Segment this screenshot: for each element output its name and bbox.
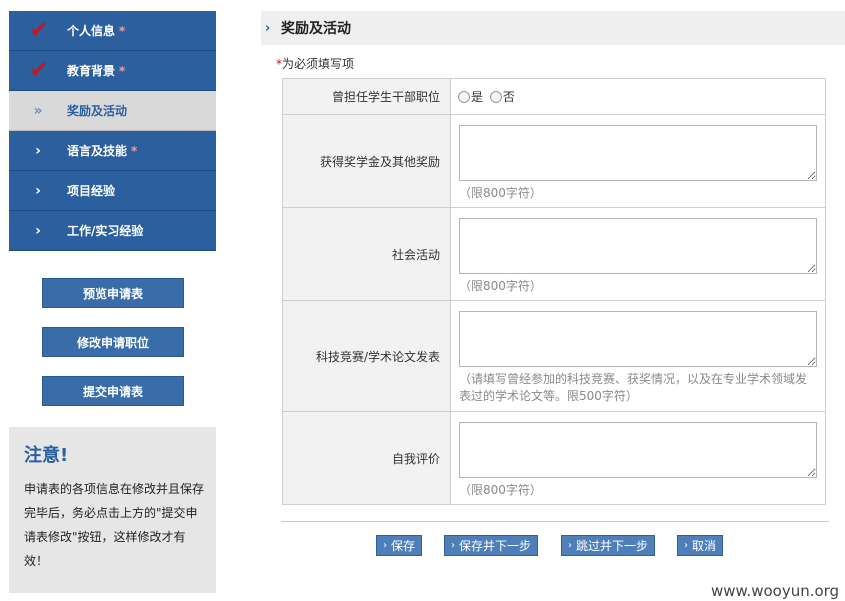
self-evaluation-field: （限800字符） — [450, 411, 826, 505]
chevron-right-icon: › — [265, 20, 271, 36]
notice-text: 申请表的各项信息在修改并且保存完毕后，务必点击上方的"提交申请表修改"按钮，这样… — [24, 482, 205, 568]
cadre-no-radio[interactable] — [489, 90, 502, 103]
competition-field: （请填写曾经参加的科技竞赛、获奖情况，以及在专业学术领域发表过的学术论文等。限5… — [450, 300, 826, 412]
checkmark-icon: ✔ — [29, 58, 49, 83]
chevron-right-icon: › — [684, 540, 688, 551]
save-button[interactable]: › 保存 — [376, 535, 423, 556]
scholarship-textarea[interactable] — [459, 124, 817, 181]
cadre-options: 是 否 — [450, 78, 826, 115]
double-chevron-icon: » — [33, 102, 43, 119]
form-row-social: 社会活动 （限800字符） — [282, 207, 826, 301]
competition-label: 科技竞赛/学术论文发表 — [282, 300, 451, 412]
form-row-self-evaluation: 自我评价 （限800字符） — [282, 411, 826, 505]
form-row-scholarship: 获得奖学金及其他奖励 （限800字符） — [282, 114, 826, 208]
divider — [281, 521, 829, 522]
cadre-yes-radio[interactable] — [458, 90, 470, 103]
sidebar-item-awards[interactable]: » 奖励及活动 — [9, 91, 216, 131]
skip-next-button-label: 跳过并下一步 — [576, 539, 649, 553]
chevron-right-icon: › — [35, 222, 41, 239]
checkmark-icon: ✔ — [29, 18, 49, 43]
sidebar-item-label: 项目经验 — [67, 184, 116, 198]
cancel-button-label: 取消 — [692, 539, 717, 553]
self-evaluation-hint: （限800字符） — [459, 482, 542, 497]
chevron-right-icon: › — [35, 142, 41, 159]
cadre-label: 曾担任学生干部职位 — [282, 78, 451, 115]
save-next-button[interactable]: › 保存并下一步 — [444, 535, 539, 556]
sidebar-item-label: 语言及技能 — [67, 144, 128, 158]
social-label: 社会活动 — [282, 207, 451, 301]
competition-hint: （请填写曾经参加的科技竞赛、获奖情况，以及在专业学术领域发表过的学术论文等。限5… — [459, 372, 808, 403]
save-button-label: 保存 — [391, 539, 416, 553]
watermark: www.wooyun.org — [711, 582, 840, 600]
form-row-competition: 科技竞赛/学术论文发表 （请填写曾经参加的科技竞赛、获奖情况，以及在专业学术领域… — [282, 300, 826, 412]
sidebar-item-projects[interactable]: › 项目经验 — [9, 171, 216, 211]
sidebar-item-label: 教育背景 — [67, 64, 116, 78]
sidebar-item-work[interactable]: › 工作/实习经验 — [9, 211, 216, 251]
self-evaluation-label: 自我评价 — [282, 411, 451, 505]
social-activities-textarea[interactable] — [459, 217, 817, 274]
notice-title: 注意! — [24, 445, 69, 466]
required-star: * — [119, 23, 126, 38]
chevron-right-icon: › — [451, 540, 455, 551]
section-title: 奖励及活动 — [281, 21, 351, 37]
sidebar-item-personal-info[interactable]: ✔ 个人信息 * — [9, 11, 216, 51]
sidebar-nav: ✔ 个人信息 * ✔ 教育背景 * » 奖励及活动 › 语言及技能 * › 项目… — [9, 11, 216, 251]
cadre-yes-label[interactable]: 是 — [471, 90, 483, 104]
cadre-no-label[interactable]: 否 — [503, 90, 515, 104]
save-next-button-label: 保存并下一步 — [459, 539, 532, 553]
self-evaluation-textarea[interactable] — [459, 421, 817, 478]
submit-application-button[interactable]: 提交申请表 — [42, 376, 184, 406]
social-field: （限800字符） — [450, 207, 826, 301]
required-star: * — [119, 63, 126, 78]
modify-position-button[interactable]: 修改申请职位 — [42, 327, 184, 357]
scholarship-label: 获得奖学金及其他奖励 — [282, 114, 451, 208]
required-note: *为必须填写项 — [276, 55, 354, 72]
required-note-text: 为必须填写项 — [282, 57, 355, 71]
required-star: * — [131, 143, 138, 158]
preview-application-button[interactable]: 预览申请表 — [42, 278, 184, 308]
sidebar-item-label: 奖励及活动 — [67, 104, 128, 118]
form-row-cadre: 曾担任学生干部职位 是 否 — [282, 78, 826, 115]
scholarship-hint: （限800字符） — [459, 185, 542, 200]
sidebar-item-education[interactable]: ✔ 教育背景 * — [9, 51, 216, 91]
sidebar-item-language[interactable]: › 语言及技能 * — [9, 131, 216, 171]
scholarship-field: （限800字符） — [450, 114, 826, 208]
social-hint: （限800字符） — [459, 278, 542, 293]
chevron-right-icon: › — [35, 182, 41, 199]
sidebar-item-label: 个人信息 — [67, 24, 116, 38]
skip-next-button[interactable]: › 跳过并下一步 — [561, 535, 656, 556]
sidebar-item-label: 工作/实习经验 — [67, 224, 144, 238]
chevron-right-icon: › — [568, 540, 572, 551]
competition-textarea[interactable] — [459, 311, 817, 367]
notice-box: 注意! 申请表的各项信息在修改并且保存完毕后，务必点击上方的"提交申请表修改"按… — [9, 427, 216, 593]
section-header: › 奖励及活动 — [261, 11, 845, 45]
chevron-right-icon: › — [383, 540, 387, 551]
awards-form-table: 曾担任学生干部职位 是 否 获得奖学金及其他奖励 （限800字符） 社会活动 （… — [282, 78, 826, 505]
cancel-button[interactable]: › 取消 — [677, 535, 724, 556]
